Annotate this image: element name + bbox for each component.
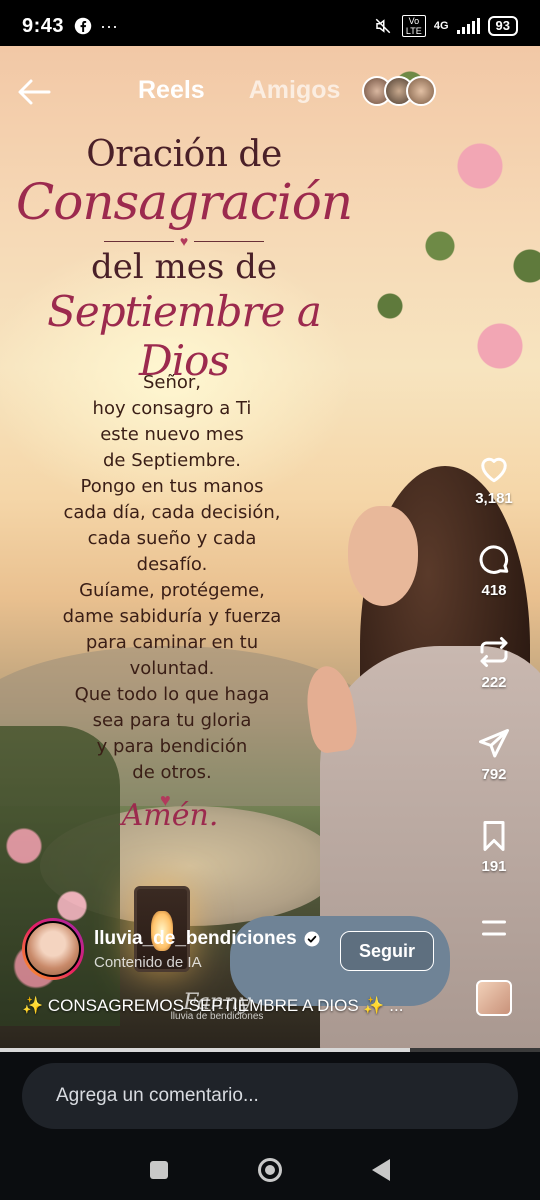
bookmark-icon <box>483 821 505 851</box>
follow-button[interactable]: Seguir <box>340 931 434 971</box>
status-bar: 9:43 ··· Vo LTE 4G 93 <box>0 0 540 52</box>
save-button[interactable]: 191 <box>476 818 512 910</box>
title-line-2: Consagración <box>15 173 353 231</box>
share-count: 792 <box>481 766 507 783</box>
network-label: 4G <box>433 20 449 32</box>
back-button[interactable] <box>14 72 54 112</box>
prayer-line: dame sabiduría y fuerza <box>62 606 282 627</box>
repost-count: 222 <box>481 674 507 691</box>
blossom-branch-illustration <box>350 46 540 466</box>
facebook-icon <box>74 17 92 35</box>
comment-button[interactable]: 418 <box>476 542 512 634</box>
avatar[interactable] <box>22 918 84 980</box>
repost-icon <box>480 637 508 667</box>
prayer-line: Señor, <box>142 372 202 393</box>
action-rail: 3,181 418 222 792 191 <box>464 450 524 1016</box>
prayer-line: de Septiembre. <box>102 450 242 471</box>
reel-title: Oración de Consagración ♥ del mes de Sep… <box>14 134 354 385</box>
volte-icon: Vo LTE <box>401 15 426 37</box>
home-button[interactable] <box>258 1158 282 1182</box>
prayer-line: voluntad. <box>129 658 215 679</box>
prayer-text: Señor, hoy consagro a Ti este nuevo mes … <box>22 370 322 786</box>
tab-friends[interactable]: Amigos <box>249 76 341 105</box>
author-row: lluvia_de_bendiciones Contenido de IA <box>22 918 321 980</box>
battery-indicator: 93 <box>487 16 518 36</box>
menu-lines-icon <box>482 920 506 936</box>
friend-avatars[interactable] <box>362 76 436 106</box>
prayer-line: para caminar en tu <box>85 632 259 653</box>
status-time: 9:43 <box>22 14 65 37</box>
prayer-line: cada día, cada decisión, <box>63 502 281 523</box>
like-count: 3,181 <box>475 490 513 507</box>
comment-input[interactable] <box>22 1063 518 1129</box>
prayer-line: hoy consagro a Ti <box>92 398 252 419</box>
audio-thumbnail[interactable] <box>476 980 512 1016</box>
prayer-line: Guíame, protégeme, <box>79 580 265 601</box>
share-button[interactable]: 792 <box>476 726 512 818</box>
back-nav-button[interactable] <box>372 1159 390 1181</box>
heart-ornament-icon: ♥ <box>160 790 171 810</box>
heart-icon <box>481 457 507 483</box>
verified-badge-icon <box>304 931 320 946</box>
reel-video[interactable]: Oración de Consagración ♥ del mes de Sep… <box>0 46 540 1050</box>
prayer-line: sea para tu gloria <box>92 710 252 731</box>
prayer-line: de otros. <box>132 762 212 783</box>
like-button[interactable]: 3,181 <box>475 450 513 542</box>
save-count: 191 <box>481 858 507 875</box>
reel-caption[interactable]: ✨ CONSAGREMOS SEPTIEMBRE A DIOS ✨ ... <box>22 996 452 1016</box>
comment-icon <box>479 545 509 574</box>
comment-bar <box>0 1052 540 1140</box>
send-icon <box>479 729 509 758</box>
title-line-3: del mes de <box>90 247 278 287</box>
more-dots-icon: ··· <box>100 15 119 36</box>
reels-tabs: Reels Amigos <box>138 76 340 105</box>
prayer-line: este nuevo mes <box>100 424 244 445</box>
prayer-line: Pongo en tus manos <box>80 476 264 497</box>
prayer-line: desafío. <box>136 554 208 575</box>
arrow-left-icon <box>18 79 51 105</box>
recents-button[interactable] <box>150 1161 168 1179</box>
prayer-line: y para bendición <box>96 736 248 757</box>
repost-button[interactable]: 222 <box>476 634 512 726</box>
title-line-1: Oración de <box>86 134 282 175</box>
author-username[interactable]: lluvia_de_bendiciones <box>94 928 297 950</box>
tab-reels[interactable]: Reels <box>138 76 205 105</box>
prayer-line: Que todo lo que haga <box>74 684 270 705</box>
ai-content-label[interactable]: Contenido de IA <box>94 954 321 971</box>
signal-icon <box>456 18 480 34</box>
more-options-button[interactable] <box>476 910 512 972</box>
system-nav-bar <box>0 1140 540 1200</box>
comment-count: 418 <box>481 582 507 599</box>
avatar <box>406 76 436 106</box>
mute-icon <box>375 18 391 34</box>
prayer-line: cada sueño y cada <box>87 528 257 549</box>
